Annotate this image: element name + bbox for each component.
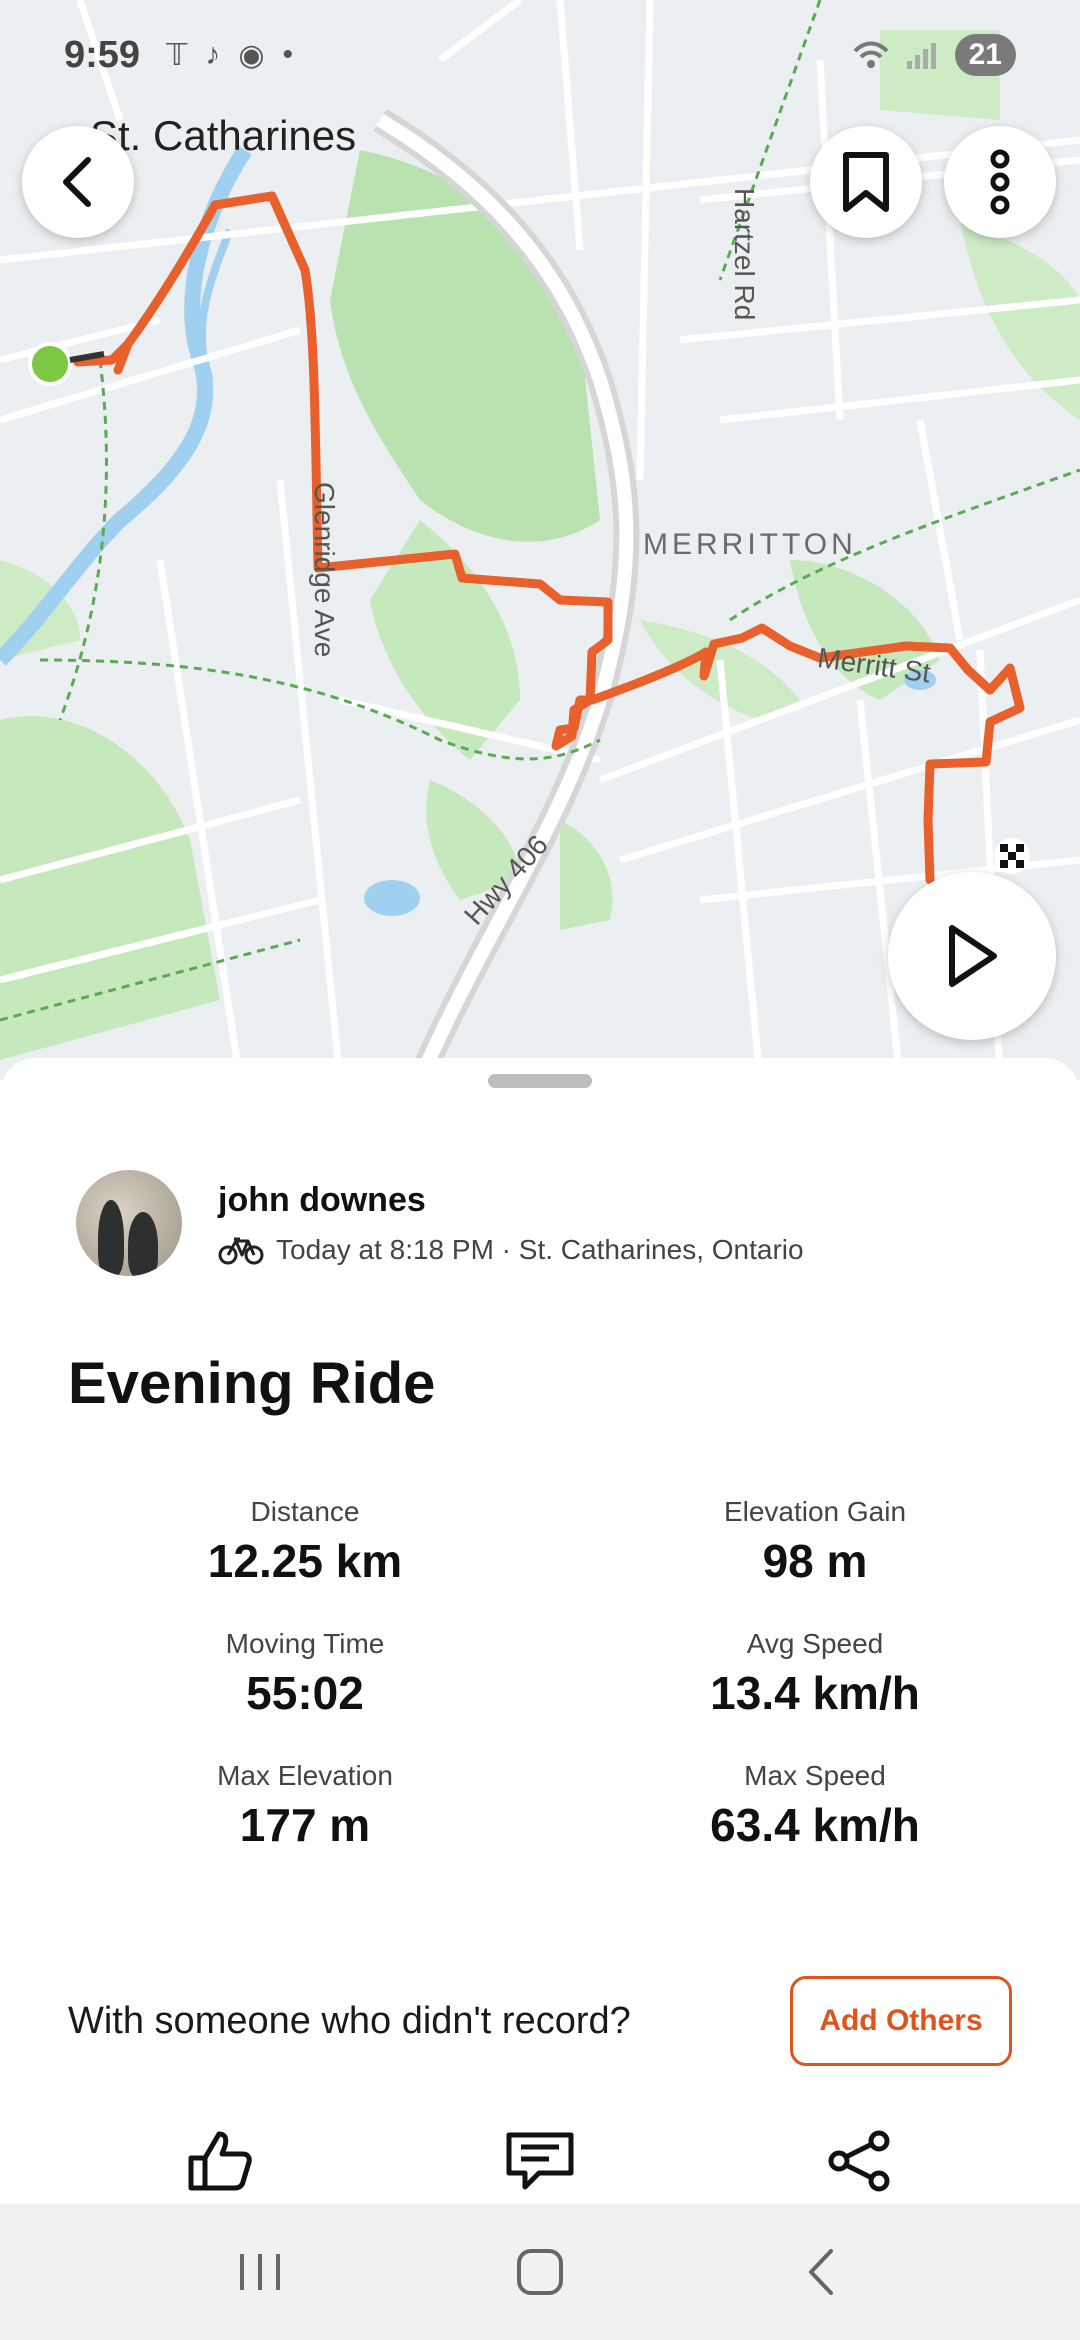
system-nav-bar [0,2204,1080,2340]
home-icon [517,2249,563,2295]
map-road-label-hartzel: Hartzel Rd [729,188,760,321]
add-others-button[interactable]: Add Others [790,1976,1012,2066]
stat-elevation-gain: Elevation Gain 98 m [580,1496,1050,1588]
more-notifications-icon: • [282,38,294,71]
stat-max-elevation: Max Elevation 177 m [70,1760,540,1852]
stat-max-speed: Max Speed 63.4 km/h [580,1760,1050,1852]
status-time: 9:59 [64,33,141,76]
stat-label: Avg Speed [746,1628,884,1659]
bookmark-icon [843,152,889,212]
thumbs-up-icon [188,2131,252,2191]
stat-distance: Distance 12.25 km [70,1496,540,1588]
bookmark-button[interactable] [810,126,922,238]
activity-title: Evening Ride [68,1351,436,1416]
activity-meta-text: Today at 8:18 PM · St. Catharines, Ontar… [276,1233,804,1265]
play-flyover-button[interactable] [888,872,1056,1040]
bike-icon [218,1237,264,1264]
back-button[interactable] [22,126,134,238]
with-others-row: With someone who didn't record? Add Othe… [68,1976,1012,2066]
stat-value: 12.25 km [207,1535,403,1587]
map-city-label: St. Catharines [90,112,357,159]
recent-apps-button[interactable] [210,2222,310,2322]
status-bar: 9:59 𝕋 ♪ ◉ • 21 [0,0,1080,110]
comment-icon [506,2132,574,2190]
stat-moving-time: Moving Time 55:02 [70,1628,540,1720]
stat-label: Max Elevation [217,1760,393,1791]
stat-value: 55:02 [246,1667,364,1719]
recent-apps-icon [240,2254,280,2290]
home-button[interactable] [490,2222,590,2322]
stat-value: 63.4 km/h [710,1799,920,1851]
sheet-drag-handle[interactable] [488,1074,592,1088]
nav-back-button[interactable] [770,2222,870,2322]
play-icon [949,925,997,987]
share-icon [828,2130,890,2192]
social-actions [0,2118,1080,2204]
map-road-label-glenridge: Glenridge Ave [309,482,340,658]
stat-label: Max Speed [744,1760,886,1791]
battery-indicator: 21 [954,34,1016,76]
comment-button[interactable] [490,2118,590,2204]
avatar[interactable] [76,1170,182,1276]
vertical-dots-icon [990,149,1010,215]
stats-grid: Distance 12.25 km Elevation Gain 98 m Mo… [0,1496,1080,1852]
stat-value: 98 m [762,1535,868,1587]
map-district-label: MERRITTON [643,528,857,561]
notification-icons: 𝕋 ♪ ◉ • [166,38,293,73]
chevron-left-icon [63,157,91,207]
messenger-icon: ◉ [238,38,265,72]
stat-value: 13.4 km/h [710,1667,920,1719]
stat-value: 177 m [239,1799,371,1851]
status-right: 21 [851,34,1016,76]
tiktok-icon: ♪ [205,38,221,71]
kudos-button[interactable] [170,2118,270,2204]
athlete-header[interactable]: john downes Today at 8:18 PM · St. Catha… [76,1170,804,1276]
chevron-left-icon [809,2249,833,2295]
stat-label: Moving Time [225,1628,385,1659]
more-options-button[interactable] [944,126,1056,238]
activity-meta: Today at 8:18 PM · St. Catharines, Ontar… [218,1234,804,1266]
notification-app-icon: 𝕋 [166,38,188,72]
wifi-icon [853,41,889,68]
with-others-text: With someone who didn't record? [68,1999,631,2042]
athlete-info: john downes Today at 8:18 PM · St. Catha… [218,1181,804,1266]
athlete-name[interactable]: john downes [218,1181,804,1220]
stat-avg-speed: Avg Speed 13.4 km/h [580,1628,1050,1720]
stat-label: Distance [250,1496,360,1527]
stat-label: Elevation Gain [723,1496,907,1527]
share-button[interactable] [810,2118,910,2204]
activity-sheet: john downes Today at 8:18 PM · St. Catha… [0,1058,1080,2204]
signal-icon [906,43,936,69]
